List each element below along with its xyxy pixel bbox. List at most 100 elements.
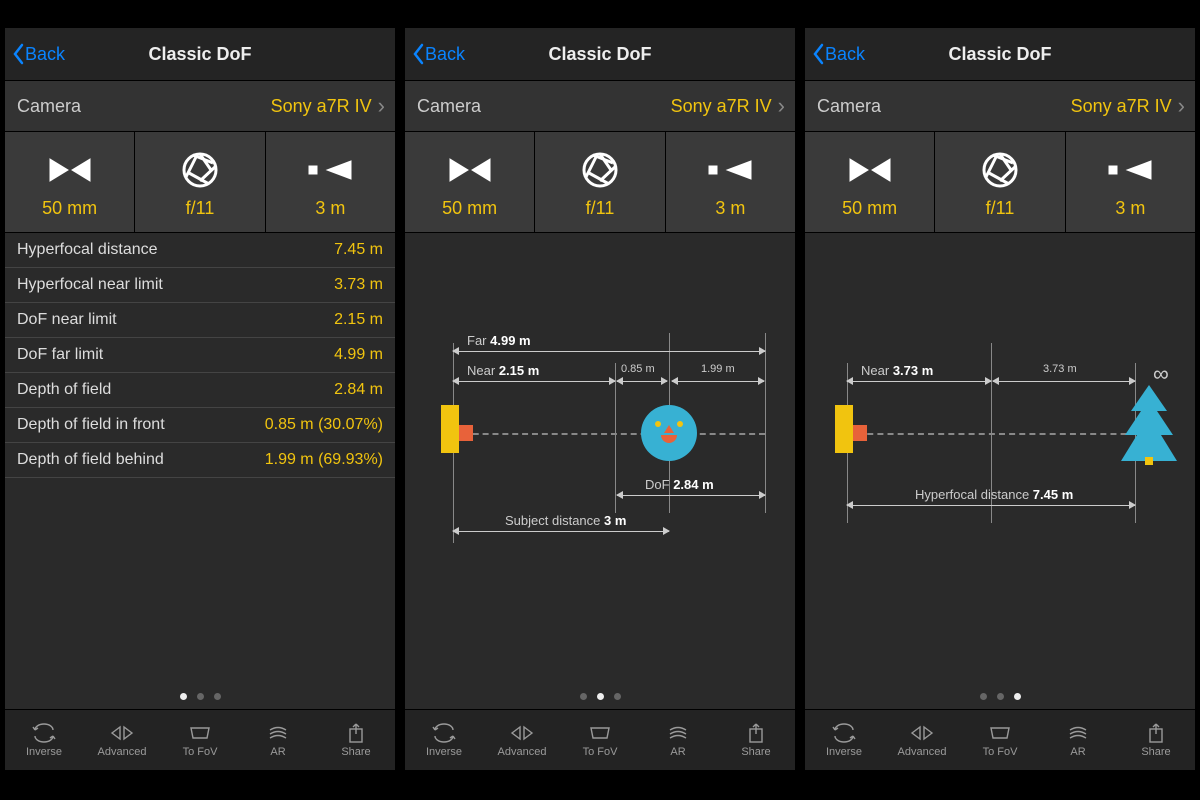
aperture-icon xyxy=(581,146,619,194)
tool-inverse[interactable]: Inverse xyxy=(405,710,483,770)
dim-hyperfocal xyxy=(847,505,1135,506)
param-strip: 50 mm f/11 3 m xyxy=(5,132,395,233)
dim-half xyxy=(993,381,1135,382)
dim-front xyxy=(617,381,667,382)
result-row: Depth of field behind1.99 m (69.93%) xyxy=(5,443,395,478)
result-row: Depth of field in front0.85 m (30.07%) xyxy=(5,408,395,443)
screen-results: Back Classic DoF Camera Sony a7R IV › 50… xyxy=(5,28,395,770)
result-row: Hyperfocal distance7.45 m xyxy=(5,233,395,268)
tool-to-fov[interactable]: To FoV xyxy=(161,710,239,770)
aperture-button[interactable]: f/11 xyxy=(535,132,665,232)
tool-to-fov[interactable]: To FoV xyxy=(961,710,1039,770)
tool-share[interactable]: Share xyxy=(1117,710,1195,770)
result-row: Depth of field2.84 m xyxy=(5,373,395,408)
focus-distance-button[interactable]: 3 m xyxy=(266,132,395,232)
camera-label: Camera xyxy=(817,96,881,117)
page-dot[interactable] xyxy=(1014,693,1021,700)
focal-length-icon xyxy=(848,146,892,194)
dim-behind xyxy=(672,381,764,382)
tool-ar[interactable]: AR xyxy=(639,710,717,770)
focus-distance-button[interactable]: 3 m xyxy=(1066,132,1195,232)
chevron-left-icon xyxy=(11,43,25,65)
tool-advanced[interactable]: Advanced xyxy=(883,710,961,770)
focal-length-icon xyxy=(448,146,492,194)
dim-near xyxy=(847,381,991,382)
back-label: Back xyxy=(425,44,465,65)
camera-row[interactable]: Camera Sony a7R IV › xyxy=(5,81,395,132)
navbar: Back Classic DoF xyxy=(5,28,395,81)
result-row: Hyperfocal near limit3.73 m xyxy=(5,268,395,303)
focus-distance-icon xyxy=(707,146,753,194)
toolbar: Inverse Advanced To FoV AR Share xyxy=(405,709,795,770)
page-indicator xyxy=(5,693,395,700)
dim-far xyxy=(453,351,765,352)
tool-share[interactable]: Share xyxy=(717,710,795,770)
back-button[interactable]: Back xyxy=(805,43,865,65)
page-dot[interactable] xyxy=(997,693,1004,700)
tool-share[interactable]: Share xyxy=(317,710,395,770)
focal-length-button[interactable]: 50 mm xyxy=(5,132,135,232)
tool-ar[interactable]: AR xyxy=(239,710,317,770)
navbar: Back Classic DoF xyxy=(405,28,795,81)
page-dot[interactable] xyxy=(614,693,621,700)
optical-axis xyxy=(847,433,1157,435)
result-row: DoF far limit4.99 m xyxy=(5,338,395,373)
aperture-icon xyxy=(181,146,219,194)
camera-row[interactable]: Camera Sony a7R IV › xyxy=(805,81,1195,132)
tool-advanced[interactable]: Advanced xyxy=(483,710,561,770)
focus-distance-icon xyxy=(1107,146,1153,194)
navbar: Back Classic DoF xyxy=(805,28,1195,81)
chevron-right-icon: › xyxy=(1178,95,1185,117)
focal-length-value: 50 mm xyxy=(42,198,97,219)
page-indicator xyxy=(405,693,795,700)
tool-ar[interactable]: AR xyxy=(1039,710,1117,770)
result-row: DoF near limit2.15 m xyxy=(5,303,395,338)
tool-inverse[interactable]: Inverse xyxy=(5,710,83,770)
focal-length-button[interactable]: 50 mm xyxy=(805,132,935,232)
tool-to-fov[interactable]: To FoV xyxy=(561,710,639,770)
hyperfocal-diagram[interactable]: Near 3.73 m 3.73 m ∞ Hyperfocal distance… xyxy=(805,233,1195,770)
param-strip: 50 mm f/11 3 m xyxy=(805,132,1195,233)
optical-axis xyxy=(453,433,765,435)
page-dot[interactable] xyxy=(580,693,587,700)
chevron-left-icon xyxy=(811,43,825,65)
page-dot[interactable] xyxy=(980,693,987,700)
toolbar: Inverse Advanced To FoV AR Share xyxy=(805,709,1195,770)
dof-diagram[interactable]: Far 4.99 m Near 2.15 m 0.85 m 1.99 m DoF… xyxy=(405,233,795,770)
chevron-left-icon xyxy=(411,43,425,65)
page-dot[interactable] xyxy=(597,693,604,700)
camera-value: Sony a7R IV xyxy=(271,96,372,117)
focus-distance-button[interactable]: 3 m xyxy=(666,132,795,232)
page-dot[interactable] xyxy=(180,693,187,700)
focus-distance-value: 3 m xyxy=(315,198,345,219)
focal-length-button[interactable]: 50 mm xyxy=(405,132,535,232)
infinity-symbol: ∞ xyxy=(1153,361,1169,387)
page-dot[interactable] xyxy=(214,693,221,700)
chevron-right-icon: › xyxy=(778,95,785,117)
camera-value: Sony a7R IV xyxy=(671,96,772,117)
page-indicator xyxy=(805,693,1195,700)
param-strip: 50 mm f/11 3 m xyxy=(405,132,795,233)
toolbar: Inverse Advanced To FoV AR Share xyxy=(5,709,395,770)
aperture-button[interactable]: f/11 xyxy=(135,132,265,232)
aperture-button[interactable]: f/11 xyxy=(935,132,1065,232)
tool-inverse[interactable]: Inverse xyxy=(805,710,883,770)
aperture-value: f/11 xyxy=(186,198,215,219)
tree-icon xyxy=(1121,385,1177,465)
page-dot[interactable] xyxy=(197,693,204,700)
camera-row[interactable]: Camera Sony a7R IV› xyxy=(405,81,795,132)
back-button[interactable]: Back xyxy=(405,43,465,65)
aperture-icon xyxy=(981,146,1019,194)
screen-dof-diagram: Back Classic DoF Camera Sony a7R IV› 50 … xyxy=(405,28,795,770)
focus-distance-icon xyxy=(307,146,353,194)
results-list: Hyperfocal distance7.45 m Hyperfocal nea… xyxy=(5,233,395,478)
back-label: Back xyxy=(25,44,65,65)
chevron-right-icon: › xyxy=(378,95,385,117)
camera-label: Camera xyxy=(17,96,81,117)
dim-subject-distance xyxy=(453,531,669,532)
dim-near xyxy=(453,381,615,382)
back-button[interactable]: Back xyxy=(5,43,65,65)
camera-value: Sony a7R IV xyxy=(1071,96,1172,117)
tool-advanced[interactable]: Advanced xyxy=(83,710,161,770)
screen-hyperfocal-diagram: Back Classic DoF Camera Sony a7R IV › 50 … xyxy=(805,28,1195,770)
